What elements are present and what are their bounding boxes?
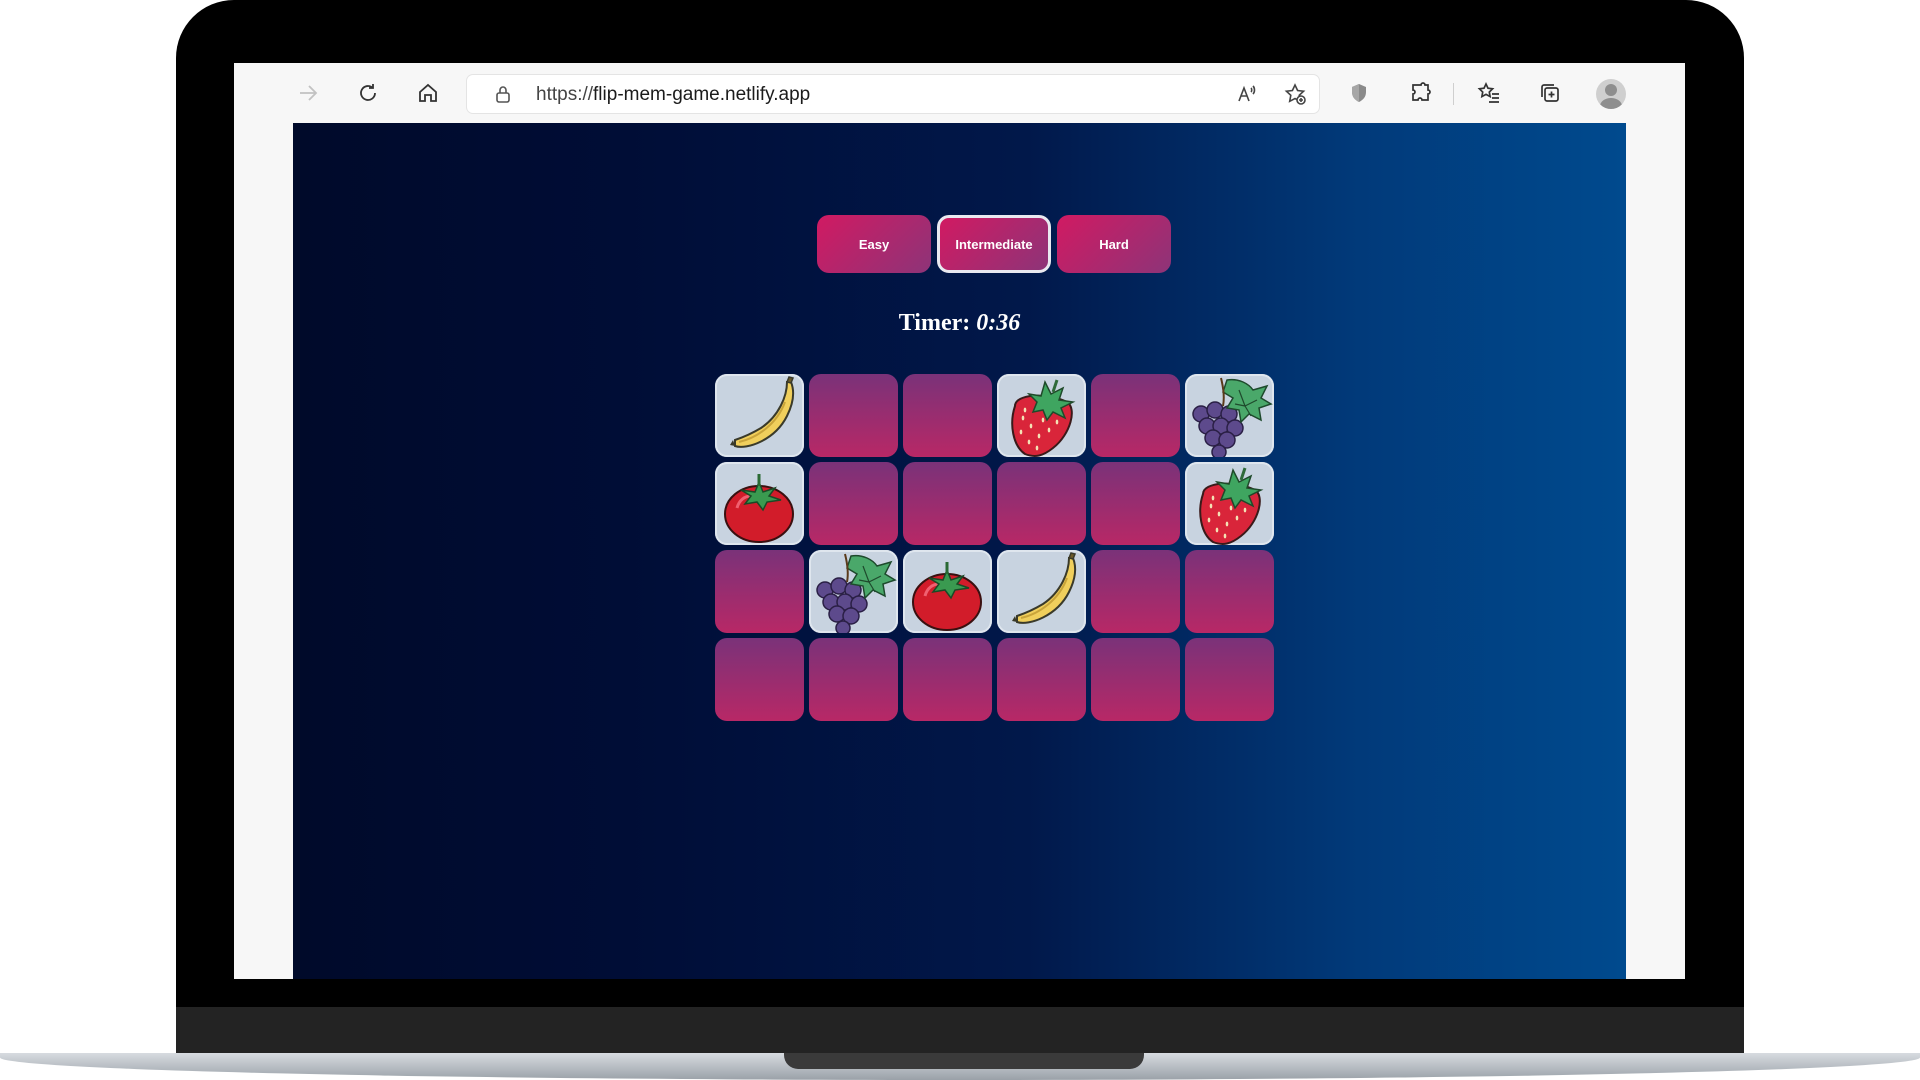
- lock-icon[interactable]: [493, 84, 513, 104]
- difficulty-selector: Easy Intermediate Hard: [817, 215, 1171, 273]
- card-banana[interactable]: [715, 374, 804, 457]
- card-face-down[interactable]: [1091, 550, 1180, 633]
- back-arrow-icon[interactable]: [292, 77, 324, 109]
- timer-value: 0:36: [976, 310, 1021, 336]
- card-tomato[interactable]: [903, 550, 992, 633]
- card-face-down[interactable]: [903, 374, 992, 457]
- address-bar[interactable]: https://flip-mem-game.netlify.app: [467, 75, 1319, 113]
- tomato-icon: [723, 472, 795, 544]
- card-face-down[interactable]: [715, 638, 804, 721]
- profile-avatar-icon[interactable]: [1596, 79, 1626, 109]
- card-face-down[interactable]: [1185, 550, 1274, 633]
- card-grapes[interactable]: [1185, 374, 1274, 457]
- timer: Timer: 0:36: [293, 310, 1626, 337]
- card-face-down[interactable]: [1091, 638, 1180, 721]
- card-face-down[interactable]: [997, 638, 1086, 721]
- shield-icon[interactable]: [1343, 77, 1375, 109]
- timer-label: Timer:: [898, 310, 971, 336]
- home-icon[interactable]: [412, 77, 444, 109]
- browser-toolbar: https://flip-mem-game.netlify.app: [234, 63, 1685, 123]
- card-strawberry[interactable]: [997, 374, 1086, 457]
- card-face-down[interactable]: [903, 462, 992, 545]
- collections-icon[interactable]: [1534, 77, 1566, 109]
- card-face-down[interactable]: [809, 374, 898, 457]
- laptop-notch: [784, 1053, 1144, 1069]
- card-strawberry[interactable]: [1185, 462, 1274, 545]
- card-face-down[interactable]: [1091, 462, 1180, 545]
- banana-icon: [729, 376, 795, 448]
- toolbar-separator: [1453, 83, 1454, 105]
- card-grapes[interactable]: [809, 550, 898, 633]
- card-grid: [715, 374, 1274, 721]
- card-face-down[interactable]: [809, 462, 898, 545]
- card-face-down[interactable]: [903, 638, 992, 721]
- card-face-down[interactable]: [809, 638, 898, 721]
- grapes-icon: [1192, 377, 1272, 457]
- card-banana[interactable]: [997, 550, 1086, 633]
- url-text[interactable]: https://flip-mem-game.netlify.app: [536, 84, 810, 106]
- strawberry-icon: [1010, 378, 1075, 457]
- banana-icon: [1011, 552, 1077, 624]
- browser-window: https://flip-mem-game.netlify.app Easy I…: [234, 63, 1685, 979]
- read-aloud-icon[interactable]: [1231, 78, 1263, 110]
- refresh-icon[interactable]: [352, 77, 384, 109]
- add-favorite-icon[interactable]: [1279, 78, 1311, 110]
- url-scheme: https://: [536, 84, 594, 105]
- card-face-down[interactable]: [1091, 374, 1180, 457]
- hard-button[interactable]: Hard: [1057, 215, 1171, 273]
- extensions-icon[interactable]: [1405, 77, 1437, 109]
- grapes-icon: [816, 553, 896, 633]
- card-face-down[interactable]: [715, 550, 804, 633]
- card-face-down[interactable]: [997, 462, 1086, 545]
- card-face-down[interactable]: [1185, 638, 1274, 721]
- intermediate-button[interactable]: Intermediate: [937, 215, 1051, 273]
- strawberry-icon: [1198, 466, 1263, 545]
- avatar-head: [1605, 84, 1617, 96]
- game-page: Easy Intermediate Hard Timer: 0:36: [293, 123, 1626, 979]
- avatar-torso: [1600, 98, 1622, 109]
- tomato-icon: [911, 560, 983, 632]
- card-tomato[interactable]: [715, 462, 804, 545]
- favorites-icon[interactable]: [1473, 77, 1505, 109]
- easy-button[interactable]: Easy: [817, 215, 931, 273]
- url-host: flip-mem-game.netlify.app: [593, 84, 811, 105]
